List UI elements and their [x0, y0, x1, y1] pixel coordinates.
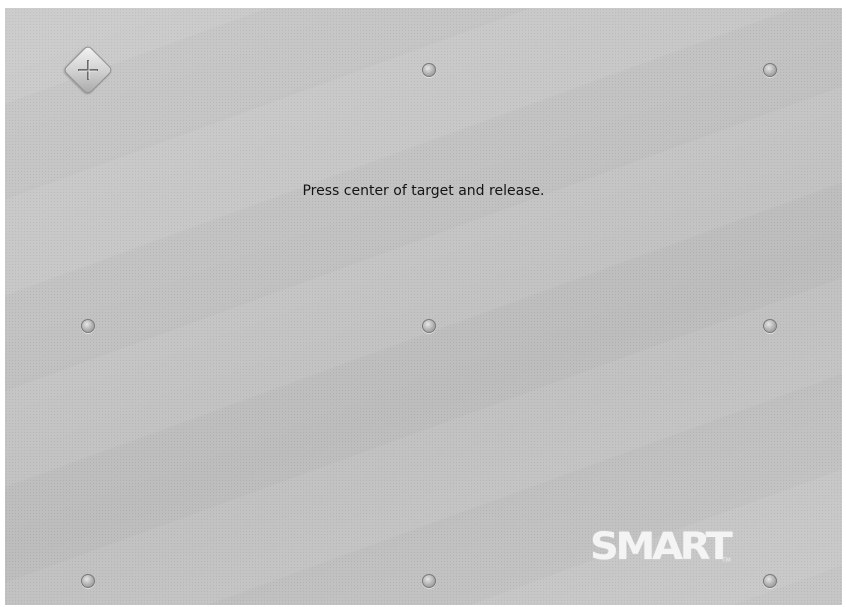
smart-logo: SMART — [590, 525, 733, 568]
calibration-instruction: Press center of target and release. — [302, 183, 545, 199]
calibration-point-middle-center[interactable] — [422, 319, 436, 333]
calibration-target-top-left[interactable] — [62, 44, 114, 96]
calibration-point-top-center[interactable] — [422, 63, 436, 77]
trademark-mark: TM — [722, 557, 731, 564]
calibration-point-top-right[interactable] — [763, 63, 777, 77]
calibration-point-middle-right[interactable] — [763, 319, 777, 333]
calibration-point-middle-left[interactable] — [81, 319, 95, 333]
calibration-point-bottom-center[interactable] — [422, 574, 436, 588]
calibration-point-bottom-left[interactable] — [81, 574, 95, 588]
calibration-point-bottom-right[interactable] — [763, 574, 777, 588]
crosshair-icon — [78, 60, 98, 80]
calibration-screen: Press center of target and release. — [5, 8, 842, 605]
